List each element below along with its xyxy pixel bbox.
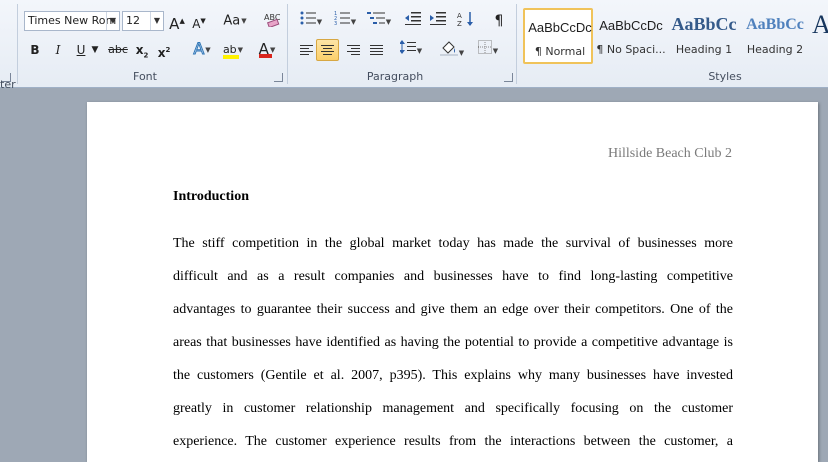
style-name: Heading 2 bbox=[746, 43, 804, 56]
paint-bucket-icon bbox=[439, 41, 458, 56]
clipboard-dialog-launcher[interactable] bbox=[2, 73, 11, 82]
styles-group-label: Styles bbox=[708, 70, 742, 83]
font-color-swatch bbox=[258, 54, 272, 58]
underline-button[interactable]: U bbox=[73, 40, 89, 60]
body-line[interactable]: greatly in customer relationship managem… bbox=[173, 401, 733, 417]
section-heading[interactable]: Introduction bbox=[173, 189, 249, 205]
justify-button[interactable] bbox=[366, 40, 386, 60]
style-name: ¶ No Spaci... bbox=[596, 43, 666, 56]
style-heading-1[interactable]: AaBbCc Heading 1 bbox=[669, 8, 739, 64]
style-preview: AaBbCc bbox=[671, 14, 737, 34]
superscript-button[interactable]: x2 bbox=[155, 40, 173, 60]
paragraph-dialog-launcher[interactable] bbox=[504, 73, 513, 82]
body-line[interactable]: experience. The customer experience resu… bbox=[173, 434, 733, 450]
chevron-down-icon[interactable]: ▼ bbox=[106, 12, 119, 30]
style-normal[interactable]: AaBbCcDc ¶ Normal bbox=[523, 8, 593, 64]
page-header[interactable]: Hillside Beach Club 2 bbox=[608, 146, 732, 162]
body-line[interactable]: The stiff competition in the global mark… bbox=[173, 236, 733, 252]
strikethrough-button[interactable]: abc bbox=[107, 40, 129, 60]
style-title[interactable]: A bbox=[812, 8, 828, 64]
svg-text:Z: Z bbox=[457, 20, 462, 27]
grow-font-button[interactable]: A▲ bbox=[168, 11, 186, 33]
style-name: ¶ Normal bbox=[534, 45, 586, 58]
body-line[interactable]: advantages to guarantee their success an… bbox=[173, 302, 733, 318]
document-canvas[interactable]: Hillside Beach Club 2 Introduction The s… bbox=[0, 88, 828, 462]
svg-text:A: A bbox=[457, 12, 462, 20]
sort-icon: A Z bbox=[457, 12, 473, 28]
sort-button[interactable]: A Z bbox=[456, 11, 476, 31]
clear-formatting-icon: ABC bbox=[264, 13, 281, 29]
paragraph-group-label: Paragraph bbox=[366, 70, 424, 83]
line-spacing-icon bbox=[398, 40, 416, 54]
decrease-indent-icon bbox=[405, 12, 421, 25]
borders-button[interactable]: ▼ bbox=[474, 40, 502, 60]
style-preview: A bbox=[812, 10, 828, 39]
font-color-button[interactable]: A ▼ bbox=[252, 39, 282, 59]
document-page[interactable]: Hillside Beach Club 2 Introduction The s… bbox=[87, 102, 818, 462]
highlight-button[interactable]: ab ▼ bbox=[218, 39, 248, 59]
font-color-icon: A bbox=[258, 39, 272, 59]
text-effects-button[interactable]: A▼ bbox=[188, 39, 216, 59]
style-preview: AaBbCc bbox=[746, 16, 804, 33]
separator bbox=[287, 4, 288, 84]
clear-formatting-button[interactable]: ABC bbox=[261, 11, 281, 31]
numbering-button[interactable]: 1 2 3 ▼ bbox=[330, 11, 360, 31]
bullets-icon bbox=[300, 11, 316, 25]
font-name-combo[interactable]: Times New Rom ▼ bbox=[24, 11, 120, 31]
numbering-icon: 1 2 3 bbox=[334, 11, 350, 27]
ribbon: ter Times New Rom ▼ 12 ▼ A▲ A▼ Aa▼ ABC B… bbox=[0, 0, 828, 91]
align-left-icon bbox=[299, 45, 313, 56]
grow-font-icon: A bbox=[169, 15, 180, 33]
chevron-down-icon[interactable]: ▼ bbox=[91, 40, 99, 60]
chevron-down-icon[interactable]: ▼ bbox=[150, 12, 163, 30]
body-line[interactable]: difficult and as a result companies and … bbox=[173, 269, 733, 285]
style-name: Heading 1 bbox=[675, 43, 733, 56]
bold-button[interactable]: B bbox=[27, 40, 43, 60]
style-preview: AaBbCcDc bbox=[528, 20, 592, 35]
increase-indent-button[interactable] bbox=[428, 11, 448, 31]
change-case-button[interactable]: Aa▼ bbox=[220, 11, 250, 31]
subscript-button[interactable]: x2 bbox=[133, 40, 151, 60]
align-right-icon bbox=[346, 45, 360, 56]
multilevel-list-icon bbox=[366, 12, 385, 24]
align-left-button[interactable] bbox=[296, 40, 316, 60]
font-group-label: Font bbox=[133, 70, 157, 83]
style-heading-2[interactable]: AaBbCc Heading 2 bbox=[740, 8, 810, 64]
shrink-font-button[interactable]: A▼ bbox=[190, 11, 208, 31]
bullets-button[interactable]: ▼ bbox=[296, 11, 326, 31]
highlight-icon: ab bbox=[222, 40, 239, 60]
font-dialog-launcher[interactable] bbox=[274, 73, 283, 82]
increase-indent-icon bbox=[430, 12, 446, 25]
separator bbox=[516, 4, 517, 84]
borders-icon bbox=[477, 40, 492, 54]
italic-button[interactable]: I bbox=[50, 40, 66, 60]
text-effects-icon: A bbox=[193, 39, 205, 59]
justify-icon bbox=[369, 45, 383, 56]
separator bbox=[17, 4, 18, 84]
line-spacing-button[interactable]: ▼ bbox=[397, 40, 425, 60]
shading-button[interactable]: ▼ bbox=[438, 40, 466, 60]
show-formatting-marks-button[interactable]: ¶ bbox=[490, 11, 508, 31]
style-preview: AaBbCcDc bbox=[599, 18, 663, 33]
highlight-swatch bbox=[222, 55, 239, 59]
align-center-icon bbox=[321, 45, 334, 56]
multilevel-list-button[interactable]: ▼ bbox=[364, 11, 394, 31]
align-center-button[interactable] bbox=[316, 39, 339, 61]
font-size-value: 12 bbox=[126, 14, 140, 27]
svg-text:3: 3 bbox=[334, 21, 337, 25]
style-no-spacing[interactable]: AaBbCcDc ¶ No Spaci... bbox=[596, 8, 666, 64]
body-line[interactable]: areas that businesses have identified as… bbox=[173, 335, 733, 351]
body-line[interactable]: the customers (Gentile et al. 2007, p395… bbox=[173, 368, 733, 384]
font-name-value: Times New Rom bbox=[28, 14, 117, 27]
change-case-icon: Aa bbox=[223, 13, 241, 29]
align-right-button[interactable] bbox=[343, 40, 363, 60]
decrease-indent-button[interactable] bbox=[403, 11, 423, 31]
font-size-combo[interactable]: 12 ▼ bbox=[122, 11, 164, 31]
